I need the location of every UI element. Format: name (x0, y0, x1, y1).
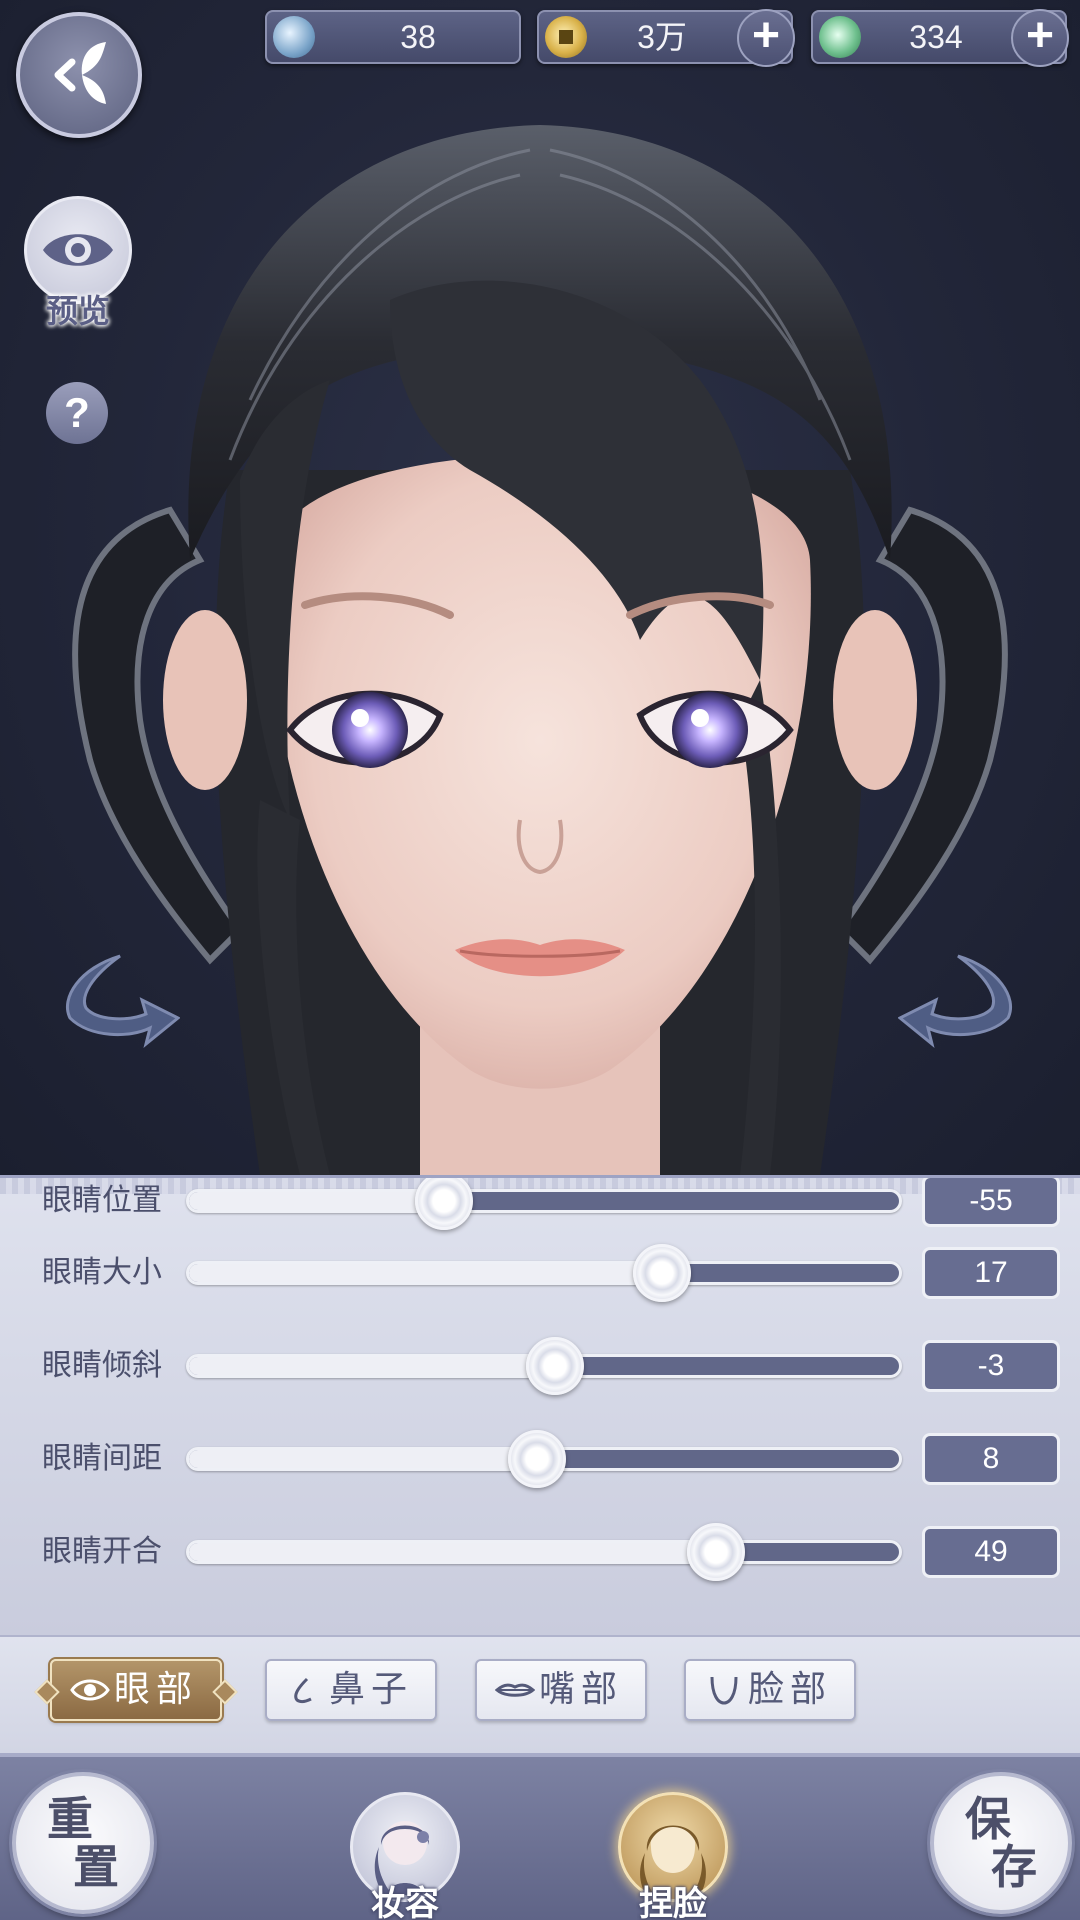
slider-thumb[interactable] (686, 1523, 745, 1581)
slider-track[interactable] (186, 1189, 902, 1213)
save-button[interactable]: 保 存 (930, 1772, 1072, 1914)
jade-icon (273, 16, 315, 58)
save-char-2: 存 (991, 1840, 1037, 1894)
preview-label: 预览 (45, 292, 110, 330)
slider-panel[interactable]: 眼睛位置 -55 眼睛大小 17 眼睛倾斜 -3 眼睛间距 8 眼睛开合 49 (0, 1175, 1080, 1635)
tab-mouth[interactable]: 嘴部 (475, 1659, 647, 1721)
slider-label: 眼睛位置 (42, 1184, 162, 1217)
reset-char-2: 置 (73, 1840, 119, 1894)
slider-thumb[interactable] (414, 1178, 473, 1230)
back-button[interactable] (16, 12, 142, 138)
slider-thumb[interactable] (507, 1430, 566, 1488)
slider-fill (189, 1192, 445, 1210)
tab-label: 脸部 (748, 1669, 833, 1710)
slider-label: 眼睛间距 (42, 1442, 162, 1475)
slider-row: 眼睛位置 -55 (0, 1178, 1080, 1236)
slider-value[interactable]: 8 (922, 1433, 1060, 1485)
slider-value[interactable]: -3 (922, 1340, 1060, 1392)
slider-track[interactable] (186, 1261, 902, 1285)
currency-token: 334 + (811, 9, 1069, 67)
slider-track[interactable] (186, 1540, 902, 1564)
save-char-1: 保 (965, 1792, 1011, 1846)
slider-row: 眼睛倾斜 -3 (0, 1331, 1080, 1401)
help-button[interactable]: ? (46, 382, 108, 444)
slider-fill (189, 1357, 555, 1375)
add-coin-button[interactable]: + (737, 9, 795, 67)
currency-jade-value: 38 (400, 19, 436, 55)
face-sculpt-label: 捏脸 (639, 1884, 707, 1920)
coin-icon (545, 16, 587, 58)
slider-fill (189, 1264, 662, 1282)
feature-tabs: 眼部 鼻子 嘴部 脸部 (0, 1635, 1080, 1753)
slider-fill (189, 1450, 537, 1468)
slider-label: 眼睛倾斜 (42, 1349, 162, 1382)
currency-coin-value: 3万 (637, 19, 687, 55)
nose-icon (294, 1677, 312, 1704)
rotate-left-icon[interactable] (50, 948, 180, 1058)
eye-icon (70, 1679, 110, 1701)
slider-label: 眼睛开合 (42, 1535, 162, 1568)
slider-value[interactable]: 49 (922, 1526, 1060, 1578)
tab-label: 眼部 (114, 1669, 199, 1710)
reset-char-1: 重 (47, 1792, 93, 1846)
slider-thumb[interactable] (525, 1337, 584, 1395)
slider-fill (189, 1543, 715, 1561)
slider-value[interactable]: 17 (922, 1247, 1060, 1299)
tab-face[interactable]: 脸部 (684, 1659, 856, 1721)
rotate-right-icon[interactable] (898, 948, 1028, 1058)
makeup-label: 妆容 (371, 1884, 439, 1920)
reset-button[interactable]: 重 置 (12, 1772, 154, 1914)
currency-jade: 38 (265, 10, 521, 64)
slider-label: 眼睛大小 (42, 1256, 162, 1289)
tab-eyes[interactable]: 眼部 (50, 1659, 222, 1721)
add-token-button[interactable]: + (1011, 9, 1069, 67)
token-icon (819, 16, 861, 58)
chin-icon (710, 1676, 738, 1705)
slider-thumb[interactable] (633, 1244, 692, 1302)
slider-value[interactable]: -55 (922, 1178, 1060, 1227)
tab-label: 嘴部 (539, 1669, 624, 1710)
tab-label: 鼻子 (329, 1669, 414, 1710)
lips-icon (495, 1683, 535, 1697)
currency-token-value: 334 (909, 19, 963, 55)
tab-nose[interactable]: 鼻子 (265, 1659, 437, 1721)
slider-row: 眼睛大小 17 (0, 1238, 1080, 1308)
currency-coin: 3万 + (537, 9, 795, 67)
slider-row: 眼睛开合 49 (0, 1517, 1080, 1587)
slider-row: 眼睛间距 8 (0, 1424, 1080, 1494)
butterfly-back-icon (54, 42, 106, 104)
